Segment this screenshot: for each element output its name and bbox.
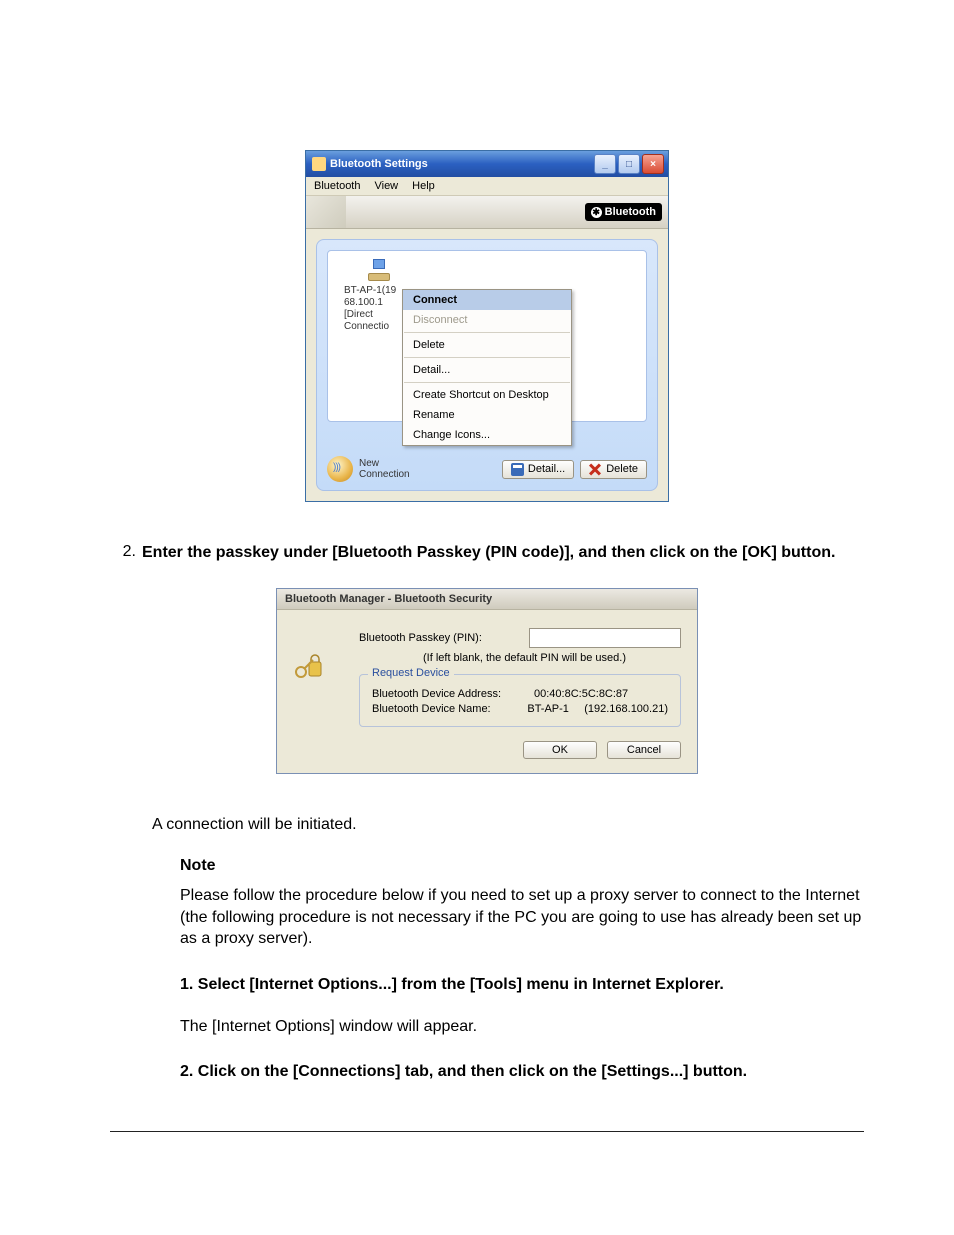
request-device-group: Request Device Bluetooth Device Address:…	[359, 674, 681, 727]
menu-help[interactable]: Help	[412, 180, 435, 192]
bluetooth-icon: ✱	[591, 207, 602, 218]
device-panel: BT-AP-1(19 68.100.1 [Direct Connectio Co…	[316, 239, 658, 491]
note-body: Please follow the procedure below if you…	[180, 885, 864, 950]
passkey-hint: (If left blank, the default PIN will be …	[423, 652, 681, 664]
detail-icon	[511, 463, 524, 476]
cm-separator	[404, 382, 570, 383]
window-title: Bluetooth Settings	[330, 158, 428, 170]
instruction-number: 2.	[110, 542, 136, 564]
menu-bluetooth[interactable]: Bluetooth	[314, 180, 360, 192]
connection-initiated-text: A connection will be initiated.	[152, 814, 864, 836]
dialog-title: Bluetooth Manager - Bluetooth Security	[277, 589, 697, 610]
device-name-label: Bluetooth Device Name:	[372, 703, 527, 715]
note-heading: Note	[180, 857, 864, 875]
toolbar: ✱ Bluetooth	[306, 196, 668, 229]
delete-button[interactable]: Delete	[580, 460, 647, 479]
device-name-value: BT-AP-1 (192.168.100.21)	[527, 703, 668, 715]
window-titlebar: Bluetooth Settings _ □ ×	[306, 151, 668, 177]
toolbar-decoration	[306, 196, 346, 228]
key-lock-icon	[293, 650, 325, 682]
cm-disconnect: Disconnect	[403, 310, 571, 330]
cm-separator	[404, 357, 570, 358]
cm-create-shortcut[interactable]: Create Shortcut on Desktop	[403, 385, 571, 405]
device-list: BT-AP-1(19 68.100.1 [Direct Connectio Co…	[327, 250, 647, 422]
proxy-step-2: 2. Click on the [Connections] tab, and t…	[180, 1061, 864, 1083]
passkey-input[interactable]	[529, 628, 681, 648]
instruction-text: Enter the passkey under [Bluetooth Passk…	[142, 542, 864, 564]
app-icon	[312, 157, 326, 171]
delete-icon	[589, 463, 602, 476]
device-address-value: 00:40:8C:5C:8C:87	[534, 688, 668, 700]
numbered-instruction: 2. Enter the passkey under [Bluetooth Pa…	[110, 542, 864, 564]
menu-view[interactable]: View	[374, 180, 398, 192]
detail-button[interactable]: Detail...	[502, 460, 574, 479]
bluetooth-settings-window: Bluetooth Settings _ □ × Bluetooth View …	[305, 150, 669, 502]
group-label: Request Device	[368, 667, 454, 679]
ok-button[interactable]: OK	[523, 741, 597, 759]
passkey-label: Bluetooth Passkey (PIN):	[359, 632, 521, 644]
maximize-button[interactable]: □	[618, 154, 640, 174]
cm-detail[interactable]: Detail...	[403, 360, 571, 380]
cm-connect[interactable]: Connect	[403, 290, 571, 310]
cm-delete[interactable]: Delete	[403, 335, 571, 355]
menubar: Bluetooth View Help	[306, 177, 668, 196]
device-address-label: Bluetooth Device Address:	[372, 688, 534, 700]
network-device-icon	[366, 259, 390, 283]
proxy-step-1: 1. Select [Internet Options...] from the…	[180, 974, 864, 996]
new-connection-button[interactable]: New Connection	[327, 456, 410, 482]
page-footer-rule	[110, 1131, 864, 1132]
cm-change-icons[interactable]: Change Icons...	[403, 425, 571, 445]
cm-separator	[404, 332, 570, 333]
bluetooth-logo: ✱ Bluetooth	[585, 203, 662, 221]
close-button[interactable]: ×	[642, 154, 664, 174]
cm-rename[interactable]: Rename	[403, 405, 571, 425]
context-menu: Connect Disconnect Delete Detail... Crea…	[402, 289, 572, 446]
wireless-icon	[327, 456, 353, 482]
bluetooth-security-dialog: Bluetooth Manager - Bluetooth Security B…	[276, 588, 698, 774]
proxy-step-1-result: The [Internet Options] window will appea…	[180, 1016, 864, 1038]
minimize-button[interactable]: _	[594, 154, 616, 174]
cancel-button[interactable]: Cancel	[607, 741, 681, 759]
